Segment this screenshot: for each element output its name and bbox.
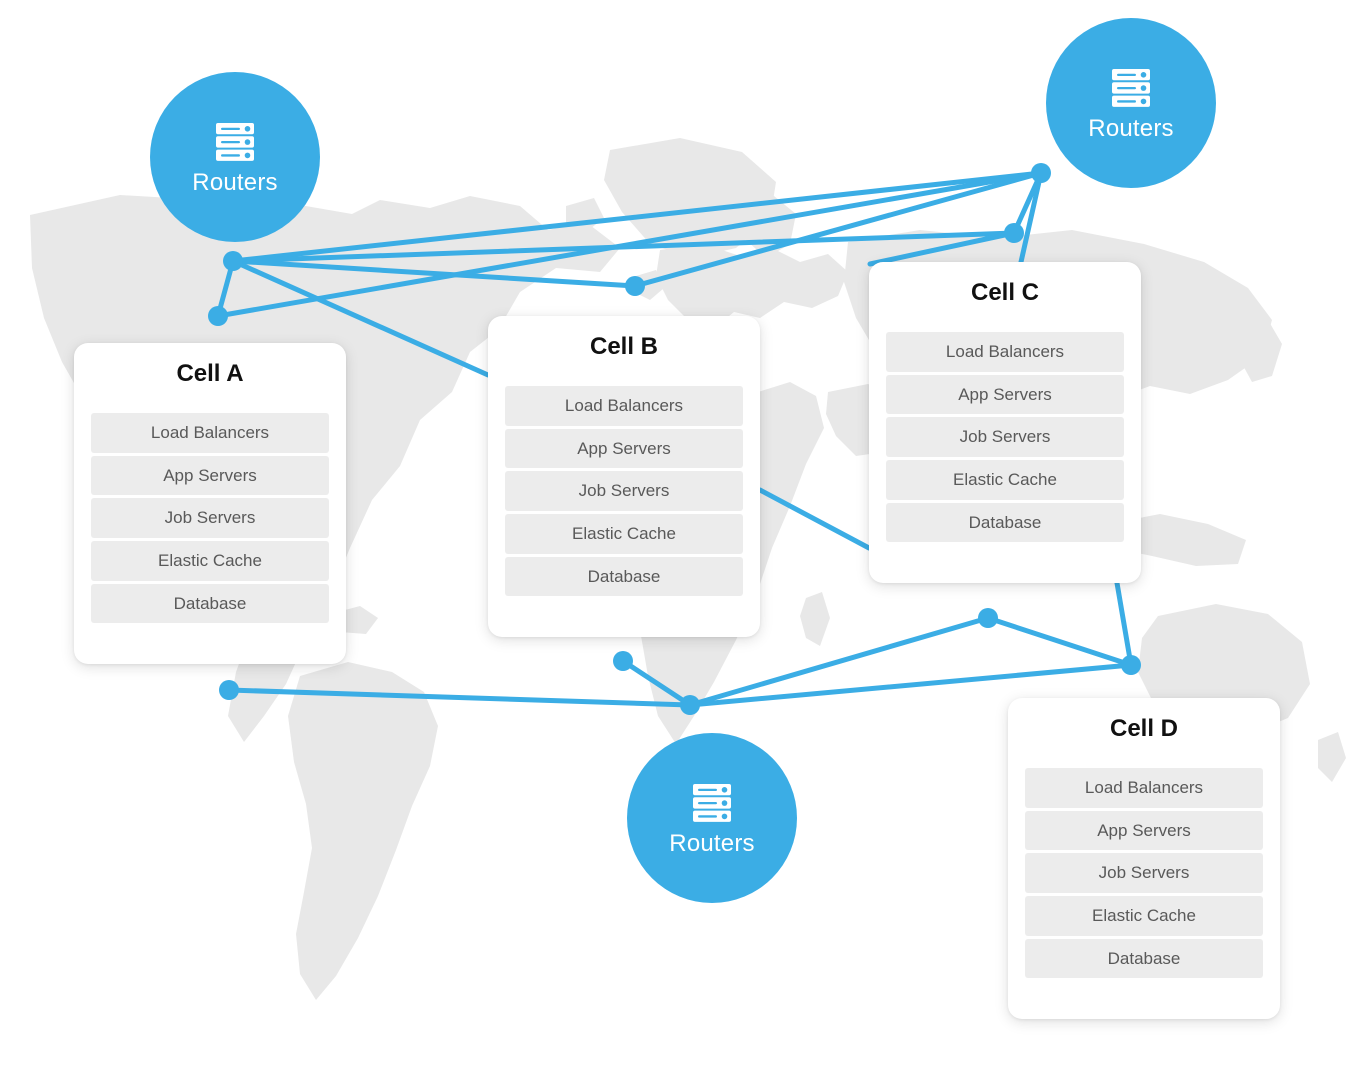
cell-title: Cell D <box>1109 715 1178 742</box>
service-row[interactable]: Elastic Cache <box>91 541 329 581</box>
network-link <box>230 258 638 289</box>
network-node[interactable] <box>625 276 645 296</box>
service-row[interactable]: Job Servers <box>91 498 329 539</box>
network-link <box>226 687 693 708</box>
server-rack-icon <box>1112 69 1150 107</box>
network-link <box>1114 580 1134 668</box>
service-row[interactable]: Elastic Cache <box>505 514 743 554</box>
architecture-diagram: Routers Routers Routers Cell A Load Balance… <box>0 0 1358 1070</box>
network-node[interactable] <box>223 251 243 271</box>
network-link <box>985 615 1134 668</box>
router-node-routers-nw[interactable]: Routers <box>150 72 320 242</box>
network-link <box>1018 170 1044 265</box>
network-node[interactable] <box>680 695 700 715</box>
service-row[interactable]: App Servers <box>91 455 329 496</box>
server-rack-icon <box>693 784 731 822</box>
network-node[interactable] <box>219 680 239 700</box>
service-row[interactable]: Database <box>1025 938 1263 979</box>
network-node[interactable] <box>1121 655 1141 675</box>
service-row[interactable]: Load Balancers <box>91 413 329 453</box>
cell-service-list: Load Balancers App Servers Job Servers Elas… <box>505 386 743 597</box>
cell-title: Cell A <box>176 360 244 387</box>
cell-service-list: Load Balancers App Servers Job Servers Elas… <box>1025 768 1263 979</box>
service-row[interactable]: Load Balancers <box>1025 768 1263 808</box>
cell-service-list: Load Balancers App Servers Job Servers Elas… <box>91 413 329 624</box>
service-row[interactable]: Elastic Cache <box>886 460 1124 500</box>
network-node[interactable] <box>208 306 228 326</box>
service-row[interactable]: Database <box>505 556 743 597</box>
cell-card-cell-c[interactable]: Cell C Load Balancers App Servers Job Serve… <box>869 262 1141 583</box>
network-link <box>620 658 693 708</box>
network-node[interactable] <box>1031 163 1051 183</box>
server-rack-icon <box>216 123 254 161</box>
router-label: Routers <box>192 169 278 196</box>
service-row[interactable]: Job Servers <box>1025 853 1263 894</box>
cell-title: Cell C <box>970 279 1039 306</box>
service-row[interactable]: Database <box>886 502 1124 543</box>
cell-card-cell-d[interactable]: Cell D Load Balancers App Servers Job Serve… <box>1008 698 1280 1019</box>
router-label: Routers <box>669 830 755 857</box>
service-row[interactable]: App Servers <box>1025 810 1263 851</box>
network-node[interactable] <box>978 608 998 628</box>
router-label: Routers <box>1088 115 1174 142</box>
cell-service-list: Load Balancers App Servers Job Servers Elas… <box>886 332 1124 543</box>
service-row[interactable]: App Servers <box>505 428 743 469</box>
router-node-routers-s[interactable]: Routers <box>627 733 797 903</box>
cell-card-cell-a[interactable]: Cell A Load Balancers App Servers Job Serve… <box>74 343 346 664</box>
cell-title: Cell B <box>589 333 658 360</box>
network-node[interactable] <box>613 651 633 671</box>
network-node[interactable] <box>1004 223 1024 243</box>
cell-card-cell-b[interactable]: Cell B Load Balancers App Servers Job Serve… <box>488 316 760 637</box>
service-row[interactable]: Load Balancers <box>505 386 743 426</box>
service-row[interactable]: App Servers <box>886 374 1124 415</box>
network-link <box>757 487 872 551</box>
service-row[interactable]: Load Balancers <box>886 332 1124 372</box>
service-row[interactable]: Job Servers <box>505 471 743 512</box>
service-row[interactable]: Job Servers <box>886 417 1124 458</box>
service-row[interactable]: Elastic Cache <box>1025 896 1263 936</box>
service-row[interactable]: Database <box>91 583 329 624</box>
router-node-routers-ne[interactable]: Routers <box>1046 18 1216 188</box>
